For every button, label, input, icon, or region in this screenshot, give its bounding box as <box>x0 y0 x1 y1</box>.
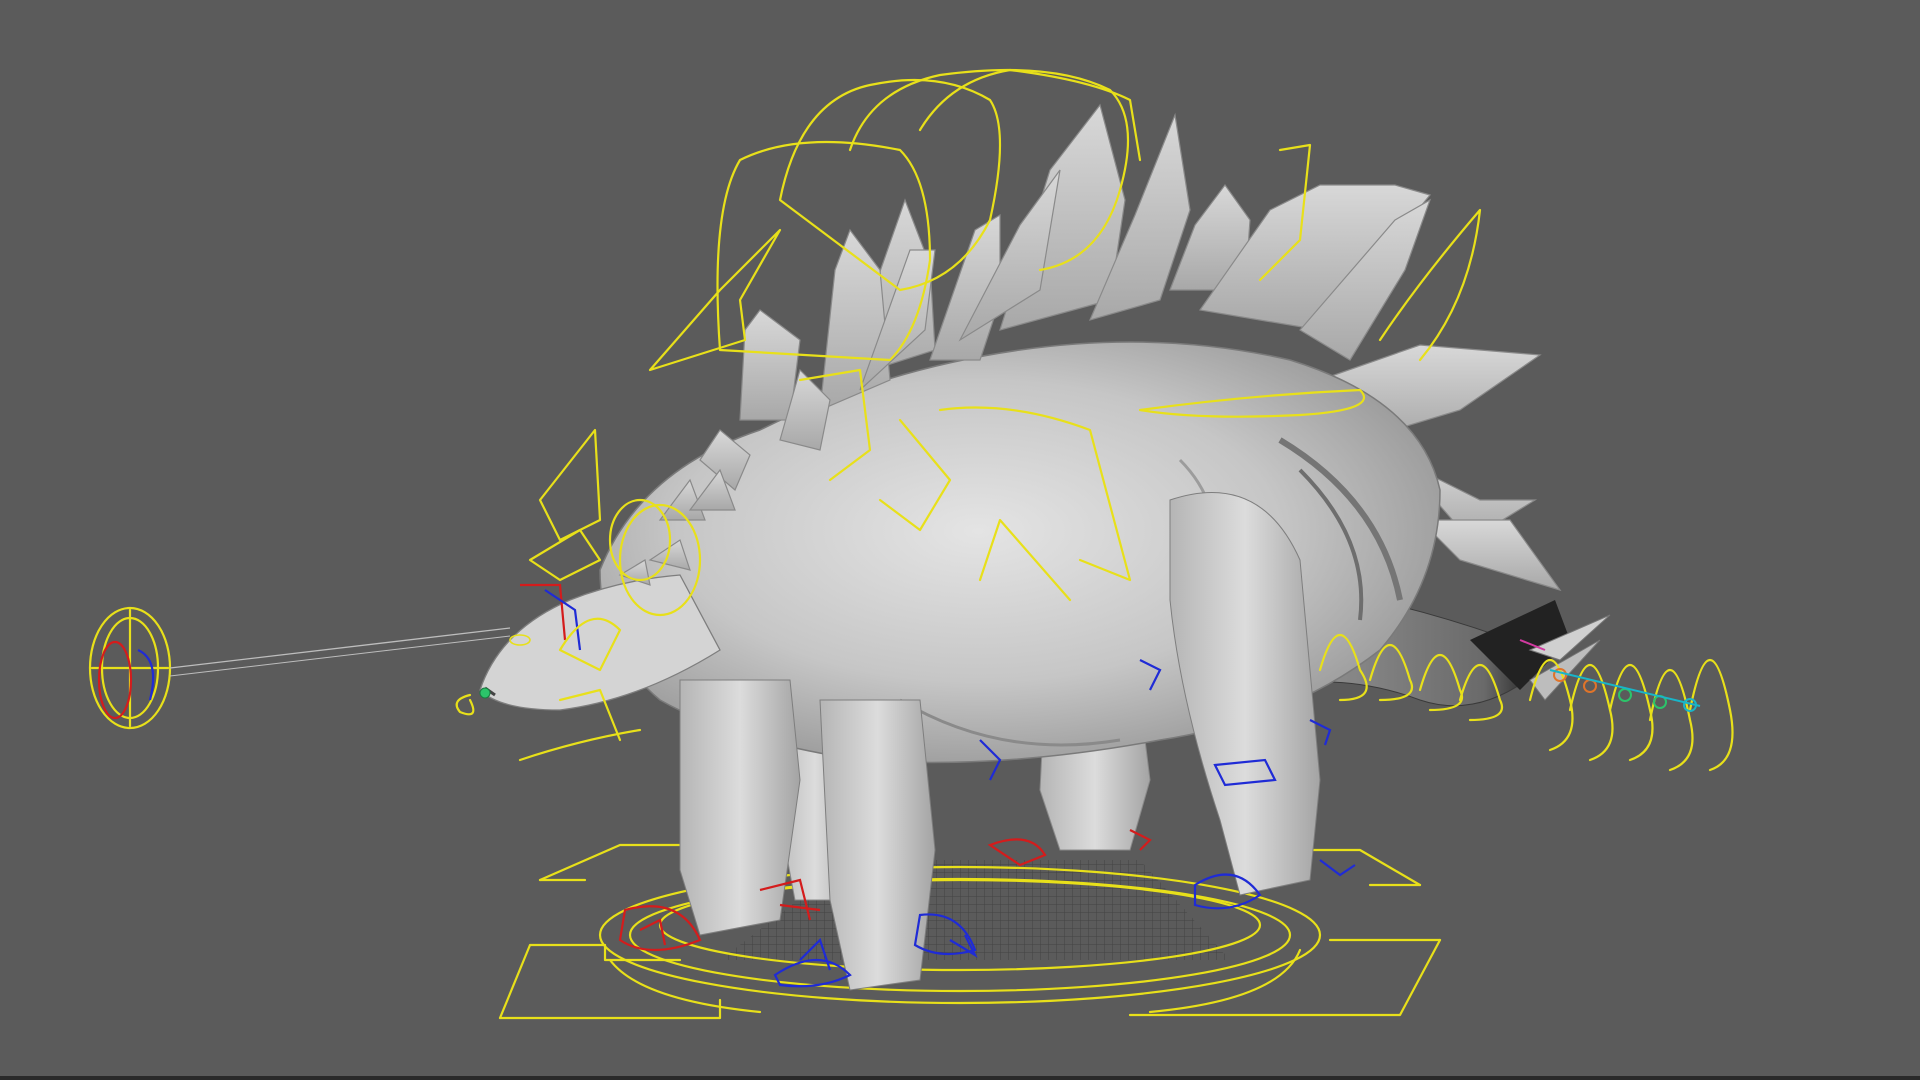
3d-viewport[interactable] <box>0 0 1920 1076</box>
viewport-bottom-border <box>0 1076 1920 1080</box>
viewport-canvas[interactable] <box>0 0 1920 1076</box>
target-crosshair-icon[interactable] <box>88 606 511 730</box>
